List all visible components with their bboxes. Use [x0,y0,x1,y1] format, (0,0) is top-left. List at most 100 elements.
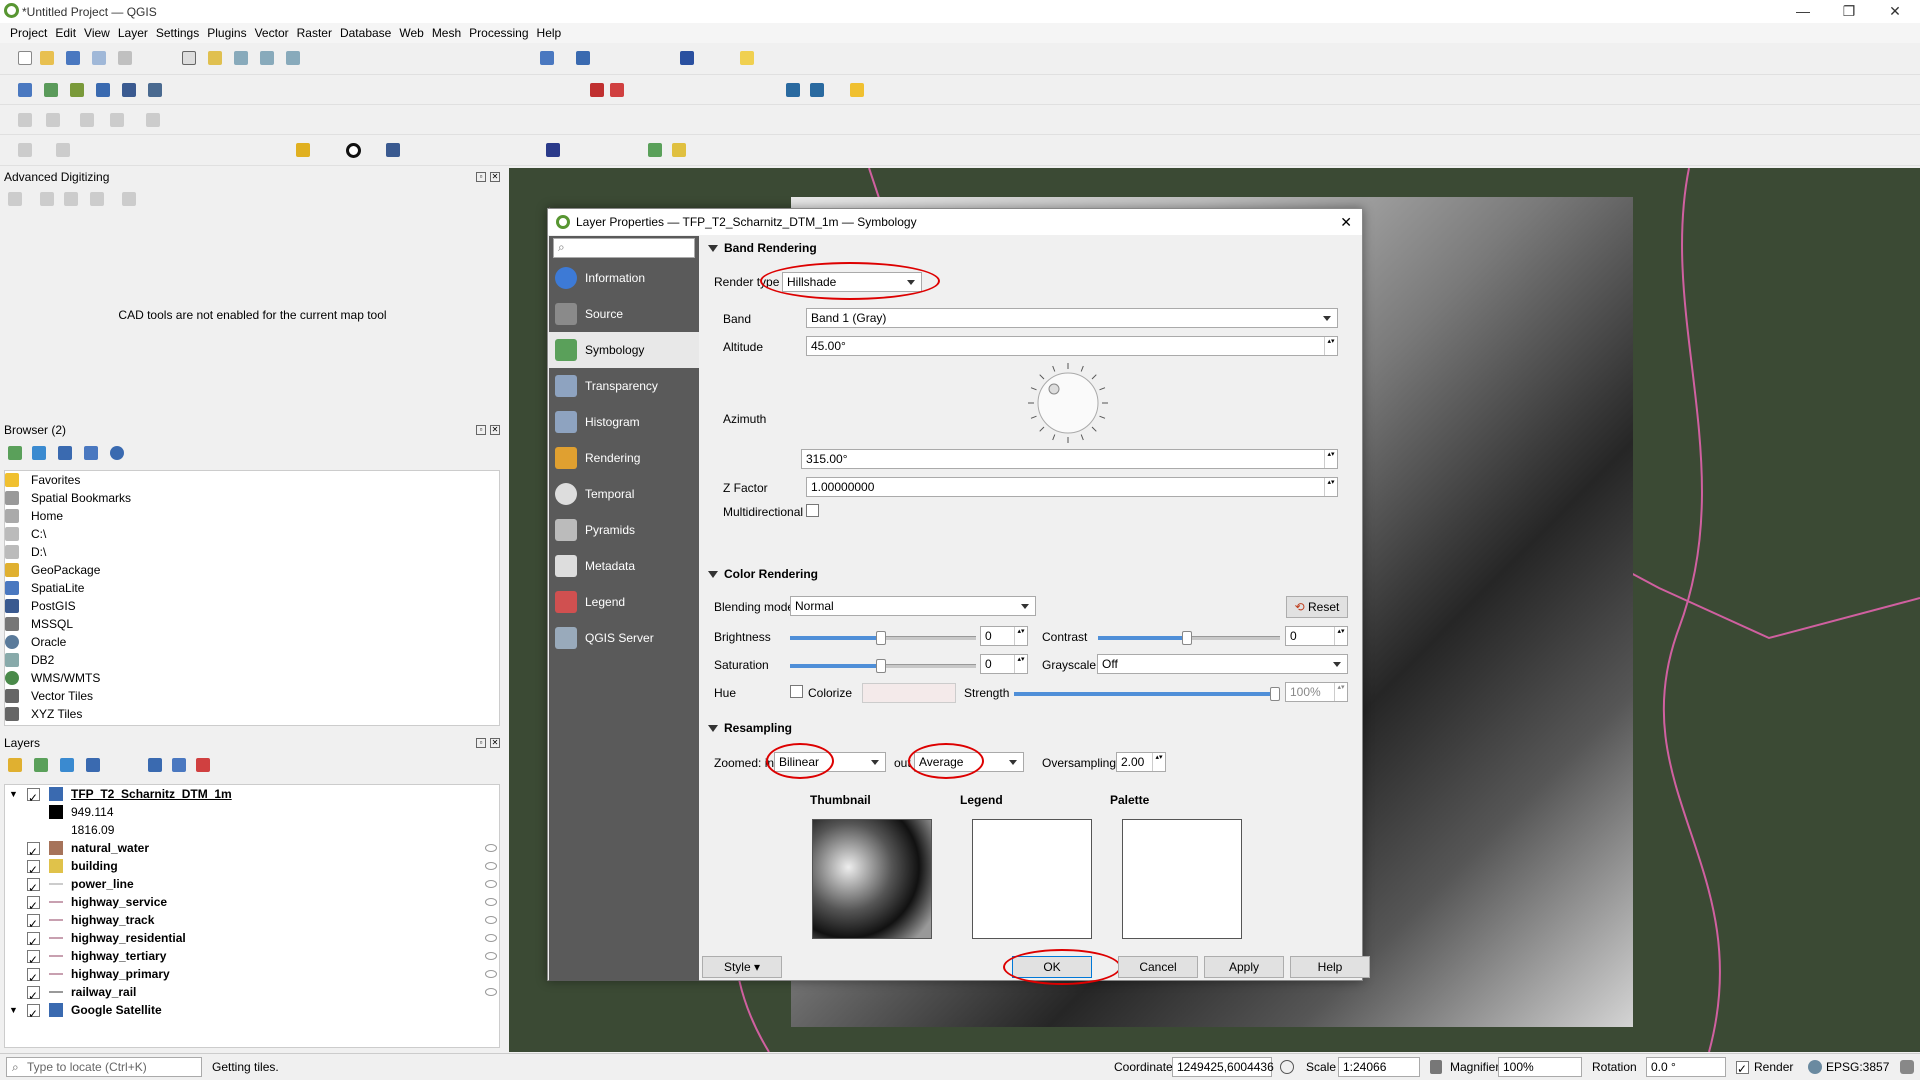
save-project-icon[interactable] [66,51,80,65]
browser-item-favorites[interactable]: Favorites [5,471,80,489]
circle-tool-icon[interactable] [346,143,361,158]
menu-project[interactable]: Project [10,26,55,40]
new-project-icon[interactable] [18,51,32,65]
indicator-icon[interactable] [485,862,497,870]
scale-select[interactable]: 1:24066 [1338,1057,1420,1077]
properties-icon[interactable] [110,446,124,460]
style-button[interactable]: Style ▾ [702,956,782,978]
strength-input[interactable]: 100% [1285,682,1348,702]
add-selected-layers-icon[interactable] [8,446,22,460]
sidebar-item-symbology[interactable]: Symbology [549,332,699,368]
browser-item-spatialite[interactable]: SpatiaLite [5,579,84,597]
band-rendering-header[interactable]: Band Rendering [704,241,817,255]
snap-icon[interactable] [80,113,94,127]
sidebar-item-source[interactable]: Source [549,296,699,332]
grayscale-select[interactable]: Off [1097,654,1348,674]
plugin-a-icon[interactable] [648,143,662,157]
colorize-color-button[interactable] [862,683,956,703]
open-project-icon[interactable] [40,51,54,65]
layer-row-highway-service[interactable]: ✓ highway_service [5,893,505,913]
color-rendering-header[interactable]: Color Rendering [704,567,818,581]
close-panel-icon[interactable]: ✕ [490,425,500,435]
cancel-button[interactable]: Cancel [1118,956,1198,978]
layer-visibility-checkbox[interactable]: ✓ [27,878,40,895]
sidebar-item-qgis-server[interactable]: QGIS Server [549,620,699,656]
dialog-close-button[interactable]: ✕ [1340,209,1352,235]
browser-item-xyz-tiles[interactable]: XYZ Tiles [5,705,82,723]
sidebar-item-histogram[interactable]: Histogram [549,404,699,440]
expand-all-icon[interactable] [148,758,162,772]
sidebar-search-input[interactable]: ⌕ [553,238,695,258]
crs-button[interactable]: EPSG:3857 [1826,1060,1889,1074]
move-feature-icon[interactable] [110,113,124,127]
menu-help[interactable]: Help [537,26,570,40]
layer-visibility-checkbox[interactable]: ✓ [27,788,40,805]
new-spatialite-icon[interactable] [96,83,110,97]
strength-slider[interactable] [1014,687,1280,701]
menu-web[interactable]: Web [399,26,431,40]
browser-item-d-drive[interactable]: D:\ [5,543,46,561]
curve-tool-icon[interactable] [386,143,400,157]
float-panel-icon[interactable]: ▫ [476,172,486,182]
menu-database[interactable]: Database [340,26,399,40]
style-manager-icon[interactable] [8,758,22,772]
azimuth-dial[interactable] [1026,361,1110,445]
saturation-input[interactable]: 0 [980,654,1028,674]
save-as-icon[interactable] [92,51,106,65]
menu-plugins[interactable]: Plugins [207,26,254,40]
filter-legend-icon[interactable] [86,758,100,772]
rotate-feature-icon[interactable] [146,113,160,127]
parallel-icon[interactable] [64,192,78,206]
menu-view[interactable]: View [84,26,118,40]
reset-button[interactable]: ⟲ Reset [1286,596,1348,618]
layer-row-railway-rail[interactable]: ✓ railway_rail [5,983,505,1003]
filter-browser-icon[interactable] [58,446,72,460]
layer-visibility-checkbox[interactable]: ✓ [27,914,40,931]
sidebar-item-legend[interactable]: Legend [549,584,699,620]
python-console-icon[interactable] [850,83,864,97]
saturation-slider[interactable] [790,659,976,673]
indicator-icon[interactable] [485,844,497,852]
collapse-arrow-icon[interactable]: ▼ [9,785,18,803]
indicator-icon[interactable] [485,952,497,960]
collapse-all-icon[interactable] [172,758,186,772]
menu-edit[interactable]: Edit [55,26,84,40]
lock-scale-icon[interactable] [1430,1060,1442,1074]
perpendicular-icon[interactable] [90,192,104,206]
collapse-all-icon[interactable] [84,446,98,460]
magnifier-input[interactable]: 100% [1498,1057,1582,1077]
layer-row-highway-primary[interactable]: ✓ highway_primary [5,965,505,985]
layer-visibility-checkbox[interactable]: ✓ [27,968,40,985]
rotation-input[interactable]: 0.0 ° [1646,1057,1726,1077]
statistics-icon[interactable] [680,51,694,65]
zfactor-input[interactable]: 1.00000000 [806,477,1338,497]
brightness-slider[interactable] [790,631,976,645]
layer-visibility-checkbox[interactable]: ✓ [27,932,40,949]
sidebar-item-information[interactable]: Information [549,260,699,296]
snapping-settings-icon[interactable] [122,192,136,206]
sidebar-item-pyramids[interactable]: Pyramids [549,512,699,548]
layer-row-highway-tertiary[interactable]: ✓ highway_tertiary [5,947,505,967]
browser-item-bookmarks[interactable]: Spatial Bookmarks [5,489,131,507]
new-shapefile-icon[interactable] [70,83,84,97]
enable-cad-icon[interactable] [8,192,22,206]
help-button[interactable]: Help [1290,956,1370,978]
brightness-input[interactable]: 0 [980,626,1028,646]
layer-visibility-checkbox[interactable]: ✓ [27,986,40,1003]
float-panel-icon[interactable]: ▫ [476,425,486,435]
zoom-full-icon[interactable] [286,51,300,65]
collapse-arrow-icon[interactable]: ▼ [9,1001,18,1019]
blending-mode-select[interactable]: Normal [790,596,1036,616]
browser-item-oracle[interactable]: Oracle [5,633,66,651]
browser-item-db2[interactable]: DB2 [5,651,54,669]
layer-row-power-line[interactable]: ✓ power_line [5,875,505,895]
menu-mesh[interactable]: Mesh [432,26,469,40]
plugin-b-icon[interactable] [672,143,686,157]
band-select[interactable]: Band 1 (Gray) [806,308,1338,328]
menu-vector[interactable]: Vector [255,26,297,40]
attribute-table-icon[interactable] [296,143,310,157]
refresh-browser-icon[interactable] [32,446,46,460]
data-source-manager-icon[interactable] [18,83,32,97]
layer-visibility-checkbox[interactable]: ✓ [27,860,40,877]
print-layout-icon[interactable] [118,51,132,65]
